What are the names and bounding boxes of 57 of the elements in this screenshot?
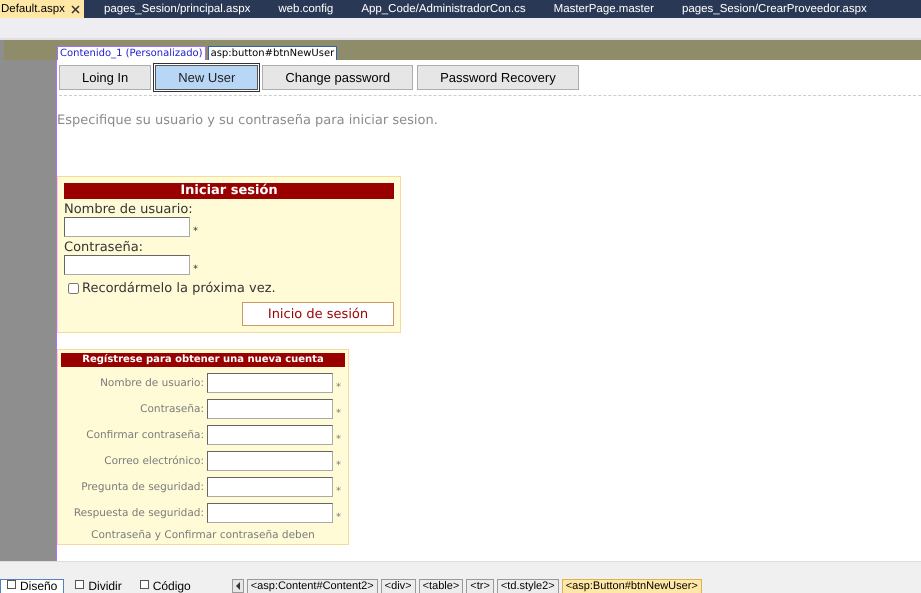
view-tab[interactable]: Código [132,579,198,593]
input-field[interactable] [64,255,190,275]
document-tab[interactable]: MasterPage.master [540,0,668,18]
document-tab[interactable]: pages_Sesion/principal.aspx [90,0,264,18]
view-icon [140,580,149,589]
required-mark: * [336,434,342,445]
required-mark: * [336,512,342,523]
nav-button[interactable]: Change password [262,65,414,90]
view-icon [75,580,84,589]
input-field[interactable] [207,503,333,523]
field-label: Confirmar contraseña: [85,429,204,441]
required-mark: * [336,382,342,393]
design-tag: asp:button#btnNewUser [208,46,338,61]
input-field[interactable] [207,451,333,471]
input-field[interactable] [207,373,333,393]
nav-button[interactable]: Loing In [59,65,152,90]
document-tab[interactable]: App_Code/AdministradorCon.cs [347,0,540,18]
field-label: Respuesta de seguridad: [72,507,204,519]
view-tab[interactable]: Dividir [68,579,129,593]
field-label: Contraseña: [64,240,144,255]
breadcrumb-tag[interactable]: <table> [418,579,464,593]
input-field[interactable] [64,217,190,237]
view-icon [7,580,16,589]
password-note: Contraseña y Confirmar contraseña deben [90,529,316,541]
breadcrumb-tag[interactable]: <asp:Button#btnNewUser> [562,579,702,593]
required-mark: * [193,264,198,275]
login-title: Iniciar sesión [64,183,394,199]
checkbox-label: Recordármelo la próxima vez. [82,281,276,296]
required-mark: * [336,486,342,497]
close-icon[interactable] [70,4,80,14]
register-title: Regístrese para obtener una nueva cuenta [61,353,345,367]
breadcrumb-tag[interactable]: <tr> [466,579,494,593]
required-mark: * [193,226,198,237]
field-label: Nombre de usuario: [99,377,204,389]
document-tab[interactable]: pages_Sesion/CrearProveedor.aspx [668,0,881,18]
breadcrumb-tag[interactable]: <td.style2> [496,579,559,593]
input-field[interactable] [207,399,333,419]
login-button[interactable]: Inicio de sesión [242,302,394,326]
field-label: Contraseña: [139,403,204,415]
nav-button[interactable]: Password Recovery [417,65,579,90]
field-label: Nombre de usuario: [64,202,194,217]
breadcrumb-tag[interactable]: <div> [380,579,416,593]
view-tab[interactable]: Diseño [0,579,64,593]
field-label: Pregunta de seguridad: [80,481,204,493]
input-field[interactable] [207,425,333,445]
required-mark: * [336,408,342,419]
remember-checkbox[interactable] [68,283,79,294]
input-field[interactable] [207,477,333,497]
field-label: Correo electrónico: [103,455,204,467]
design-tag: Contenido_1 (Personalizado) [57,46,206,61]
breadcrumb-tag[interactable]: <asp:Content#Content2> [246,579,378,593]
required-mark: * [336,460,342,471]
instructions-text: Especifique su usuario y su contraseña para iniciar sesion. [57,113,439,128]
nav-button[interactable]: New User [155,65,258,90]
scroll-left-icon[interactable] [232,579,244,593]
document-tab[interactable]: web.config [264,0,348,18]
document-tab[interactable]: Default.aspx [0,0,84,18]
